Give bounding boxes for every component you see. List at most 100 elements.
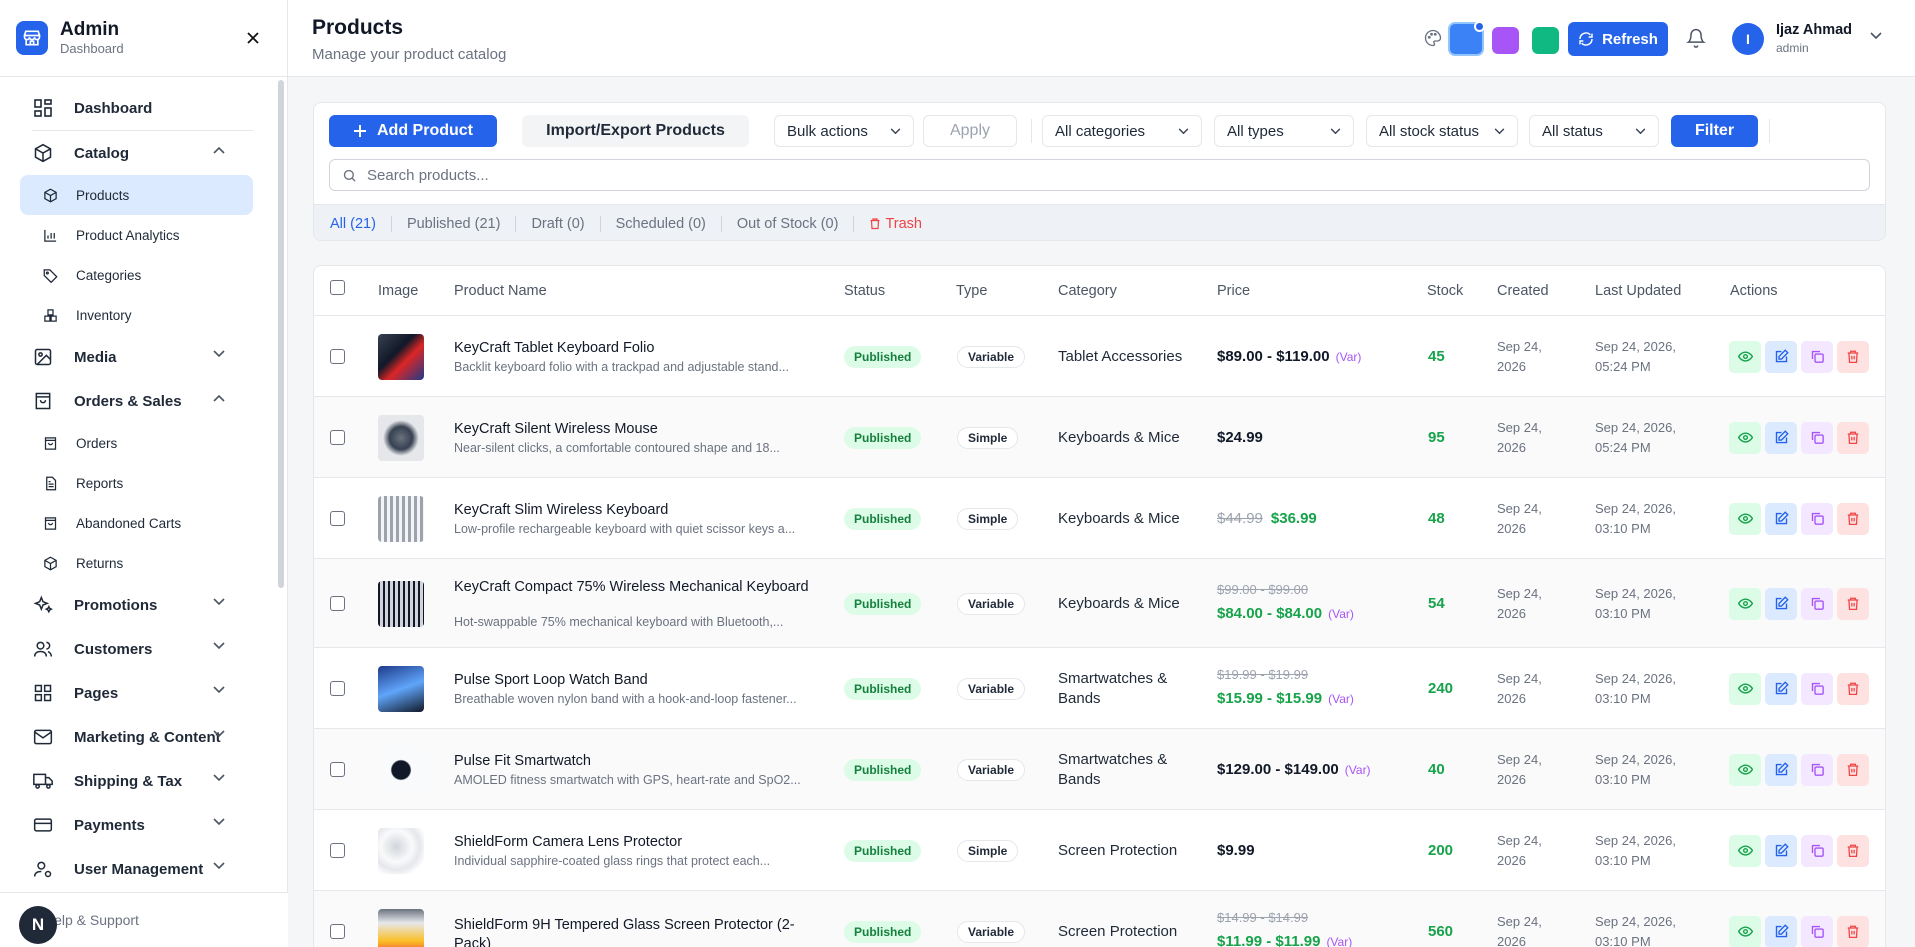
- filter-button[interactable]: Filter: [1671, 115, 1758, 147]
- edit-button[interactable]: [1765, 915, 1797, 947]
- col-stock[interactable]: Stock: [1427, 283, 1463, 299]
- sidebar-item-pages[interactable]: Pages: [0, 671, 277, 715]
- duplicate-button[interactable]: [1801, 672, 1833, 705]
- help-support-link[interactable]: Help & Support N: [0, 892, 288, 947]
- add-product-button[interactable]: Add Product: [329, 115, 497, 147]
- search-input[interactable]: Search products...: [329, 159, 1870, 191]
- table-row[interactable]: ShieldForm 9H Tempered Glass Screen Prot…: [314, 891, 1885, 947]
- sidebar-item-user-management[interactable]: User Management: [0, 847, 277, 891]
- edit-button[interactable]: [1765, 340, 1797, 373]
- delete-button[interactable]: [1837, 587, 1869, 620]
- close-sidebar-icon[interactable]: [243, 28, 263, 48]
- view-button[interactable]: [1729, 915, 1761, 947]
- user-name[interactable]: Ijaz Ahmad: [1776, 22, 1852, 38]
- tab-out-of-stock[interactable]: Out of Stock (0): [722, 216, 854, 232]
- sidebar-item-shipping[interactable]: Shipping & Tax: [0, 759, 277, 803]
- product-image[interactable]: [378, 333, 424, 380]
- duplicate-button[interactable]: [1801, 587, 1833, 620]
- duplicate-button[interactable]: [1801, 753, 1833, 786]
- edit-button[interactable]: [1765, 587, 1797, 620]
- delete-button[interactable]: [1837, 672, 1869, 705]
- product-name[interactable]: Pulse Fit Smartwatch: [454, 752, 814, 771]
- apply-button[interactable]: Apply: [923, 115, 1017, 147]
- product-image[interactable]: [378, 827, 424, 874]
- table-row[interactable]: ShieldForm Camera Lens Protector Individu…: [314, 810, 1885, 891]
- import-export-button[interactable]: Import/Export Products: [522, 115, 749, 147]
- product-name[interactable]: KeyCraft Tablet Keyboard Folio: [454, 339, 814, 358]
- col-product-name[interactable]: Product Name: [454, 283, 547, 299]
- table-row[interactable]: Pulse Fit Smartwatch AMOLED fitness smart…: [314, 729, 1885, 810]
- delete-button[interactable]: [1837, 340, 1869, 373]
- row-checkbox[interactable]: [330, 595, 345, 611]
- status-select[interactable]: All status: [1529, 115, 1659, 147]
- tab-scheduled[interactable]: Scheduled (0): [601, 216, 721, 232]
- theme-swatch-green[interactable]: [1532, 27, 1559, 54]
- theme-swatch-blue[interactable]: [1448, 21, 1485, 56]
- sidebar-item-marketing[interactable]: Marketing & Content: [0, 715, 277, 759]
- sidebar-item-catalog[interactable]: Catalog: [0, 131, 277, 175]
- view-button[interactable]: [1729, 502, 1761, 535]
- delete-button[interactable]: [1837, 421, 1869, 454]
- row-checkbox[interactable]: [330, 348, 345, 364]
- view-button[interactable]: [1729, 753, 1761, 786]
- table-row[interactable]: KeyCraft Tablet Keyboard Folio Backlit ke…: [314, 316, 1885, 397]
- col-price[interactable]: Price: [1217, 283, 1250, 299]
- sidebar-item-inventory[interactable]: Inventory: [20, 295, 253, 335]
- row-checkbox[interactable]: [330, 761, 345, 777]
- product-name[interactable]: ShieldForm Camera Lens Protector: [454, 833, 814, 852]
- delete-button[interactable]: [1837, 502, 1869, 535]
- sidebar-item-categories[interactable]: Categories: [20, 255, 253, 295]
- view-button[interactable]: [1729, 421, 1761, 454]
- palette-icon[interactable]: [1424, 29, 1442, 47]
- duplicate-button[interactable]: [1801, 421, 1833, 454]
- table-row[interactable]: KeyCraft Compact 75% Wireless Mechanical…: [314, 559, 1885, 648]
- sidebar-scrollbar-thumb[interactable]: [278, 80, 284, 588]
- tab-trash[interactable]: Trash: [854, 216, 937, 232]
- select-all-checkbox[interactable]: [330, 280, 345, 295]
- product-image[interactable]: [378, 746, 424, 793]
- row-checkbox[interactable]: [330, 923, 345, 939]
- sidebar-item-product-analytics[interactable]: Product Analytics: [20, 215, 253, 255]
- product-name[interactable]: Pulse Sport Loop Watch Band: [454, 671, 814, 690]
- view-button[interactable]: [1729, 340, 1761, 373]
- product-name[interactable]: KeyCraft Compact 75% Wireless Mechanical…: [454, 578, 814, 597]
- sidebar-item-media[interactable]: Media: [0, 335, 277, 379]
- product-image[interactable]: [378, 495, 424, 542]
- bell-icon[interactable]: [1686, 28, 1706, 48]
- table-row[interactable]: Pulse Sport Loop Watch Band Breathable wo…: [314, 648, 1885, 729]
- product-image[interactable]: [378, 665, 424, 712]
- edit-button[interactable]: [1765, 672, 1797, 705]
- delete-button[interactable]: [1837, 915, 1869, 947]
- edit-button[interactable]: [1765, 753, 1797, 786]
- sidebar-item-promotions[interactable]: Promotions: [0, 583, 277, 627]
- edit-button[interactable]: [1765, 834, 1797, 867]
- sidebar-item-dashboard[interactable]: Dashboard: [0, 86, 277, 130]
- sidebar-item-customers[interactable]: Customers: [0, 627, 277, 671]
- table-row[interactable]: KeyCraft Slim Wireless Keyboard Low-profi…: [314, 478, 1885, 559]
- delete-button[interactable]: [1837, 834, 1869, 867]
- view-button[interactable]: [1729, 834, 1761, 867]
- duplicate-button[interactable]: [1801, 502, 1833, 535]
- avatar[interactable]: I: [1732, 23, 1764, 55]
- tab-draft[interactable]: Draft (0): [516, 216, 599, 232]
- view-button[interactable]: [1729, 587, 1761, 620]
- edit-button[interactable]: [1765, 502, 1797, 535]
- sidebar-item-payments[interactable]: Payments: [0, 803, 277, 847]
- row-checkbox[interactable]: [330, 842, 345, 858]
- duplicate-button[interactable]: [1801, 834, 1833, 867]
- theme-swatch-purple[interactable]: [1492, 27, 1519, 54]
- chevron-down-icon[interactable]: [1870, 32, 1882, 40]
- col-last-updated[interactable]: Last Updated: [1595, 283, 1681, 299]
- floating-avatar[interactable]: N: [19, 906, 57, 944]
- sidebar-item-products[interactable]: Products: [20, 175, 253, 215]
- product-image[interactable]: [378, 414, 424, 461]
- duplicate-button[interactable]: [1801, 915, 1833, 947]
- refresh-button[interactable]: Refresh: [1568, 22, 1668, 56]
- sidebar-item-returns[interactable]: Returns: [20, 543, 253, 583]
- col-created[interactable]: Created: [1497, 283, 1549, 299]
- category-select[interactable]: All categories: [1042, 115, 1202, 147]
- tab-all[interactable]: All (21): [330, 216, 391, 232]
- product-name[interactable]: KeyCraft Silent Wireless Mouse: [454, 420, 814, 439]
- duplicate-button[interactable]: [1801, 340, 1833, 373]
- sidebar-item-orders-sales[interactable]: Orders & Sales: [0, 379, 277, 423]
